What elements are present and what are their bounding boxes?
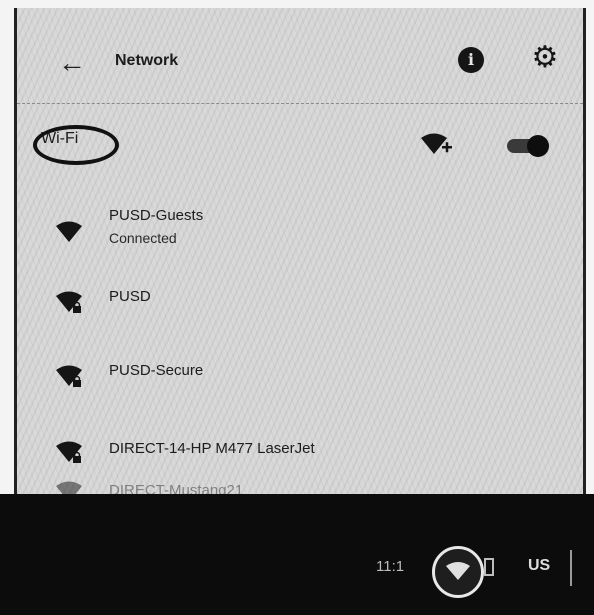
network-name: PUSD-Secure	[109, 362, 204, 379]
settings-button[interactable]: ⚙	[529, 42, 561, 74]
page-title: Network	[115, 52, 179, 69]
join-network-button[interactable]	[420, 132, 454, 158]
network-item[interactable]: DIRECT-Mustang21	[17, 474, 583, 494]
wifi-signal-icon	[56, 481, 82, 494]
tray-wifi-button[interactable]	[432, 546, 484, 598]
network-name: DIRECT-14-HP M477 LaserJet	[109, 440, 315, 457]
wifi-locked-icon	[56, 441, 82, 463]
battery-icon	[484, 558, 494, 576]
wifi-signal-icon	[56, 221, 82, 242]
wifi-toggle[interactable]	[507, 135, 549, 157]
network-item[interactable]: PUSD-Secure	[17, 350, 583, 410]
input-language[interactable]: US	[528, 557, 550, 575]
info-button[interactable]: i	[458, 47, 484, 73]
wifi-annotation-circle	[33, 125, 119, 165]
wifi-locked-icon	[56, 365, 82, 387]
wifi-locked-icon	[56, 291, 82, 313]
system-taskbar: 11:1 US	[0, 494, 594, 615]
network-settings-panel: ← Network i ⚙ Wi-Fi PUSD-Guests Connecte…	[14, 8, 586, 494]
screenshot-photo: ← Network i ⚙ Wi-Fi PUSD-Guests Connecte…	[0, 0, 594, 615]
network-name: PUSD	[109, 288, 151, 305]
back-button[interactable]: ←	[57, 48, 87, 78]
network-name: PUSD-Guests	[109, 207, 204, 224]
wifi-add-icon	[421, 133, 452, 154]
wifi-icon	[446, 562, 470, 580]
network-status: Connected	[109, 230, 177, 246]
clock-time[interactable]: 11:1	[376, 558, 404, 575]
toggle-thumb	[527, 135, 549, 157]
gear-icon: ⚙	[531, 41, 559, 74]
network-item[interactable]: PUSD-Guests Connected	[17, 198, 583, 258]
arrow-left-icon: ←	[58, 47, 86, 78]
network-item[interactable]: PUSD	[17, 276, 583, 336]
info-icon: i	[467, 50, 475, 69]
panel-header: ← Network i ⚙	[17, 8, 583, 104]
network-name: DIRECT-Mustang21	[109, 482, 244, 494]
